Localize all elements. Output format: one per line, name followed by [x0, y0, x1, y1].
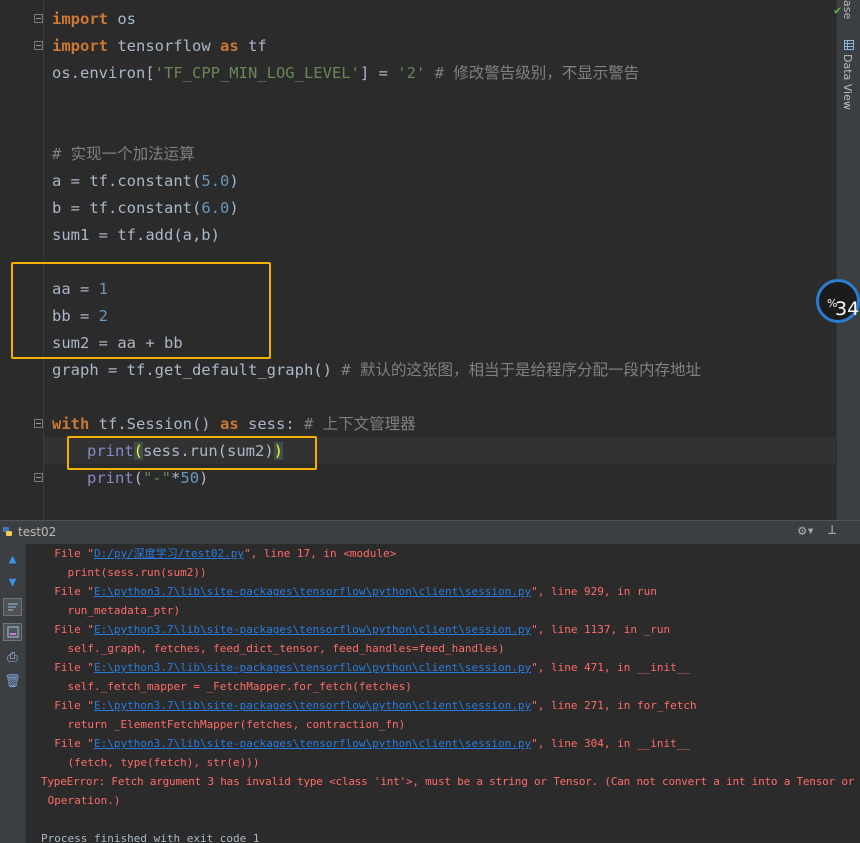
file-link[interactable]: E:\python3.7\lib\site-packages\tensorflo… [94, 585, 531, 598]
console-line: run_metadata_ptr) [41, 604, 181, 617]
run-panel-header: test02 ⚙▾ ⊥ [0, 520, 860, 545]
console-line: return _ElementFetchMapper(fetches, cont… [41, 718, 406, 731]
fold-marker-icon[interactable] [34, 473, 43, 482]
python-icon [3, 527, 12, 536]
code-line: b = tf.constant(6.0) [52, 199, 239, 217]
arrow-up-icon[interactable]: ▲ [3, 550, 22, 568]
file-link[interactable]: E:\python3.7\lib\site-packages\tensorflo… [94, 737, 531, 750]
code-line: import tensorflow as tf [52, 37, 267, 55]
console-line: File "D:/py/深度学习/test02.py", line 17, in… [41, 547, 397, 560]
code-line: a = tf.constant(5.0) [52, 172, 239, 190]
code-line: # 实现一个加法运算 [52, 145, 195, 163]
file-link[interactable]: E:\python3.7\lib\site-packages\tensorflo… [94, 699, 531, 712]
gear-icon[interactable]: ⚙▾ [798, 523, 815, 539]
run-tab-title[interactable]: test02 [18, 525, 56, 539]
fold-marker-icon[interactable] [34, 41, 43, 50]
process-exit-status: Process finished with exit code 1 [41, 832, 260, 843]
badge-value: 34 [835, 298, 860, 320]
error-message-cont: Operation.) [41, 794, 121, 807]
minimize-icon[interactable]: ⊥ [828, 522, 836, 538]
console-line: print(sess.run(sum2)) [41, 566, 207, 579]
console-line: File "E:\python3.7\lib\site-packages\ten… [41, 585, 657, 598]
error-message: TypeError: Fetch argument 3 has invalid … [41, 775, 855, 788]
trash-icon[interactable]: 🗑 [3, 672, 22, 690]
code-line: import os [52, 10, 136, 28]
scroll-to-end-icon[interactable] [3, 623, 22, 641]
code-line: graph = tf.get_default_graph() # 默认的这张图，… [52, 361, 701, 379]
print-icon[interactable]: ⎙ [3, 648, 22, 666]
data-view-tab[interactable]: Data View [841, 54, 854, 110]
file-link[interactable]: E:\python3.7\lib\site-packages\tensorflo… [94, 623, 531, 636]
console-line: File "E:\python3.7\lib\site-packages\ten… [41, 623, 671, 636]
right-tool-strip: ase Data View [836, 0, 860, 520]
console-output[interactable]: File "D:/py/深度学习/test02.py", line 17, in… [26, 544, 860, 843]
console-line: File "E:\python3.7\lib\site-packages\ten… [41, 699, 697, 712]
code-line: sum1 = tf.add(a,b) [52, 226, 220, 244]
highlight-box-assignments [11, 262, 271, 359]
table-icon [844, 40, 854, 50]
tool-window-label[interactable]: ase [841, 0, 854, 19]
code-line: with tf.Session() as sess: # 上下文管理器 [52, 415, 416, 433]
console-line: File "E:\python3.7\lib\site-packages\ten… [41, 661, 691, 674]
file-link[interactable]: E:\python3.7\lib\site-packages\tensorflo… [94, 661, 531, 674]
console-line: self._fetch_mapper = _FetchMapper.for_fe… [41, 680, 412, 693]
code-editor[interactable]: import os import tensorflow as tf os.env… [0, 0, 836, 520]
highlight-box-print [67, 436, 317, 470]
code-line: os.environ['TF_CPP_MIN_LOG_LEVEL'] = '2'… [52, 64, 640, 82]
soft-wrap-icon[interactable] [3, 598, 22, 616]
run-toolbar: ▲ ▼ ⎙ 🗑 [0, 544, 26, 843]
fold-marker-icon[interactable] [34, 419, 43, 428]
file-link[interactable]: D:/py/深度学习/test02.py [94, 547, 244, 560]
console-line: (fetch, type(fetch), str(e))) [41, 756, 260, 769]
console-line: File "E:\python3.7\lib\site-packages\ten… [41, 737, 691, 750]
progress-badge: 34% [816, 279, 860, 323]
console-line: self._graph, fetches, feed_dict_tensor, … [41, 642, 505, 655]
checkmark-icon: ✔ [834, 3, 842, 17]
arrow-down-icon[interactable]: ▼ [3, 573, 22, 591]
fold-marker-icon[interactable] [34, 14, 43, 23]
